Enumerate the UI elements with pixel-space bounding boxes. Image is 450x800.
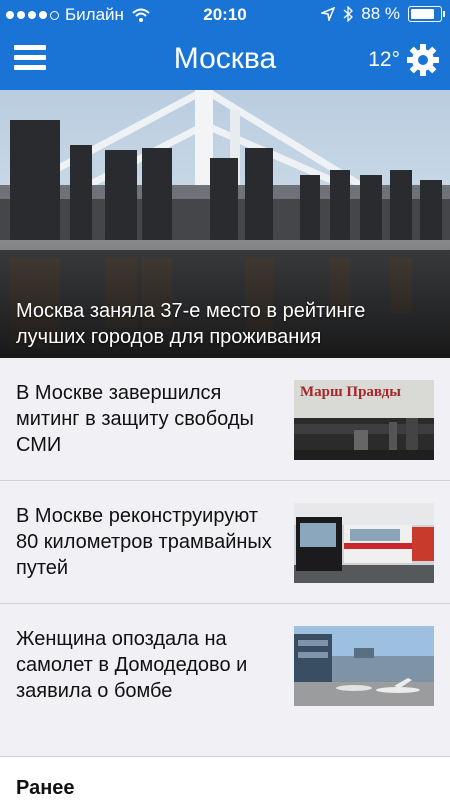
bluetooth-icon: [343, 6, 354, 22]
hero-news-card[interactable]: Москва заняла 37-е место в рейтинге лучш…: [0, 90, 450, 358]
news-thumbnail: [294, 626, 434, 706]
thumb-caption: Марш Правды: [300, 384, 401, 400]
news-thumbnail: Марш Правды: [294, 380, 434, 460]
news-title: Женщина опоздала на самолет в Домодедово…: [16, 628, 248, 702]
news-title: В Москве реконструируют 80 километров тр…: [16, 505, 272, 579]
news-list-item[interactable]: В Москве завершился митинг в защиту своб…: [0, 358, 450, 481]
battery-percent: 88 %: [361, 4, 400, 23]
news-list-item[interactable]: Женщина опоздала на самолет в Домодедово…: [0, 604, 450, 727]
hero-news-title: Москва заняла 37-е место в рейтинге лучш…: [16, 300, 366, 348]
nav-bar: Москва 12°: [0, 30, 450, 90]
weather-widget[interactable]: 12°: [368, 43, 440, 77]
news-list-item[interactable]: В Москве реконструируют 80 километров тр…: [0, 481, 450, 604]
status-right: 88 %: [321, 4, 445, 24]
temperature: 12°: [368, 48, 400, 71]
location-arrow-icon: [321, 7, 336, 21]
section-title: Ранее: [16, 777, 75, 799]
news-thumbnail: [294, 503, 434, 583]
status-bar: Билайн 20:10 88 %: [0, 0, 450, 30]
earlier-section-header: Ранее: [0, 757, 450, 800]
news-title: В Москве завершился митинг в защиту своб…: [16, 382, 254, 456]
gear-icon[interactable]: [406, 43, 440, 77]
list-separator: [0, 726, 450, 757]
battery-icon: [408, 6, 445, 22]
